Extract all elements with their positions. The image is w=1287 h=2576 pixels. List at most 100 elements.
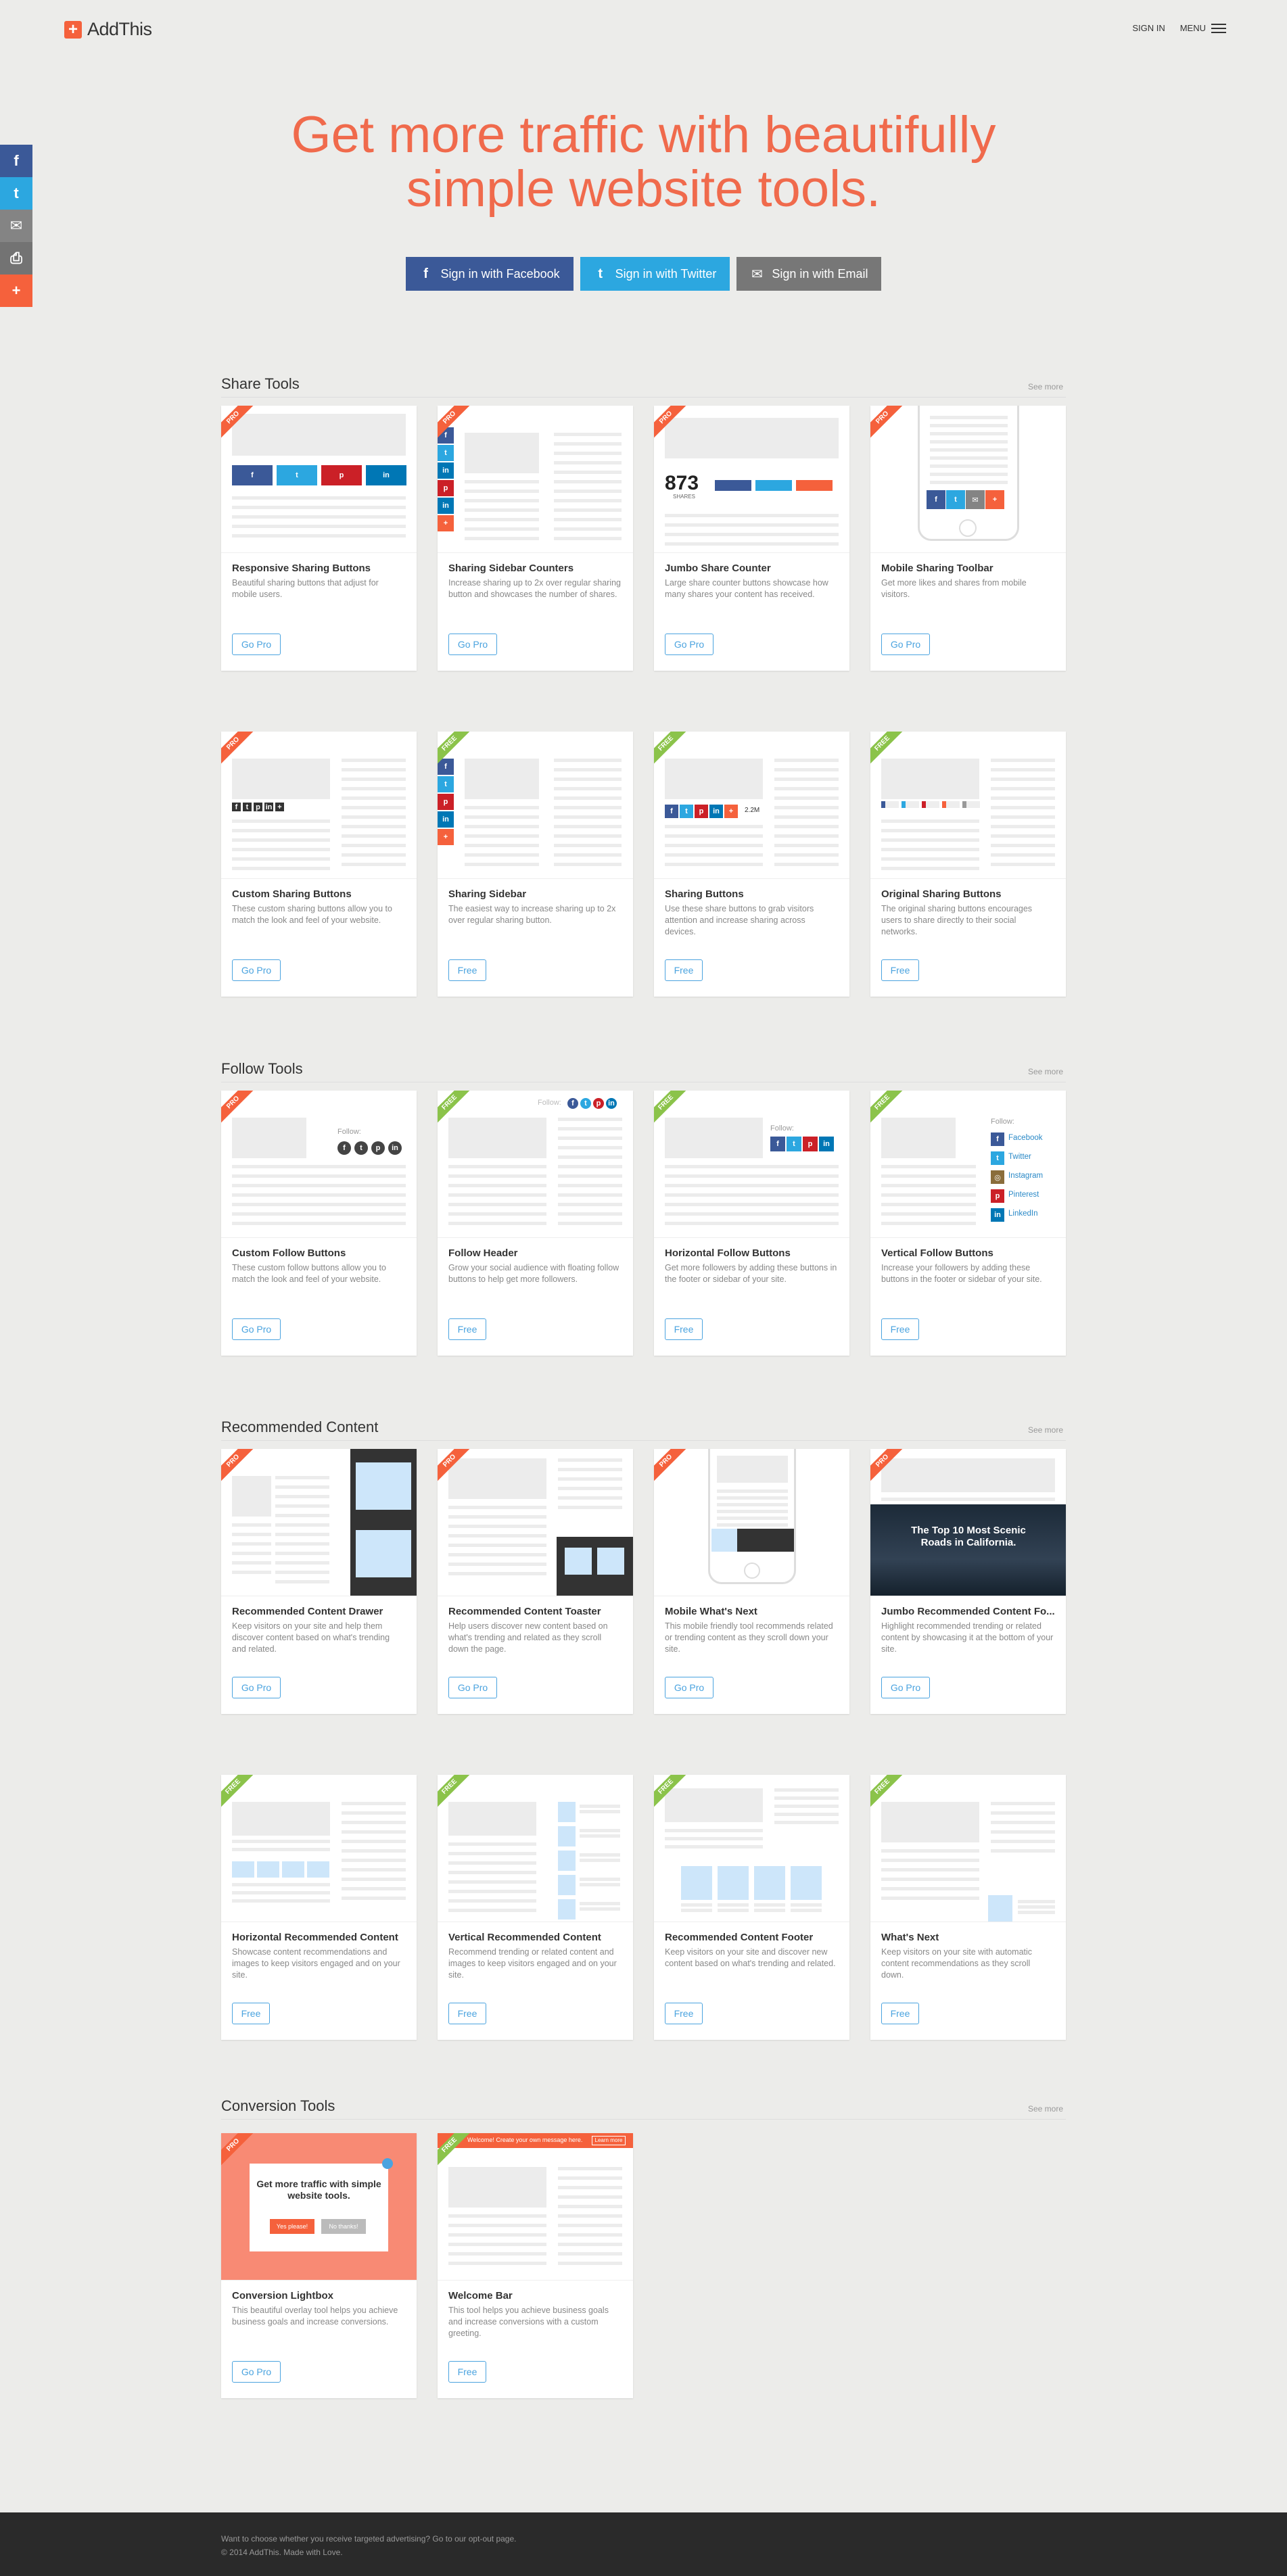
free-button[interactable]: Free: [232, 2003, 270, 2024]
placeholder-line: [232, 829, 330, 832]
tool-card[interactable]: FREE What's Next Keep visitors on your sit…: [870, 1775, 1066, 2040]
follow-link-instagram[interactable]: Instagram: [1008, 1172, 1043, 1180]
opt-out-text[interactable]: Want to choose whether you receive targe…: [221, 2534, 516, 2544]
recommended-item: [232, 1861, 254, 1878]
signin-button[interactable]: f Sign in with Facebook: [405, 257, 574, 291]
go-pro-button[interactable]: Go Pro: [881, 1677, 930, 1698]
placeholder-line: [881, 1203, 976, 1206]
tool-preview: Get more traffic with simple website too…: [221, 2133, 417, 2281]
tool-card[interactable]: Follow: f t p in FREE Follow Header Grow your s…: [438, 1091, 633, 1356]
tool-title: Responsive Sharing Buttons: [232, 563, 371, 574]
tool-card[interactable]: PRO Recommended Content Toaster Help users…: [438, 1449, 633, 1714]
tool-card[interactable]: f t ✉ + PRO Mobile Sharing Toolbar Get more li…: [870, 406, 1066, 671]
lightbox-yes-button: Yes please!: [270, 2219, 314, 2234]
tool-card[interactable]: Follow: f Facebook t Twitter ◎ Instagram p Pinte…: [870, 1091, 1066, 1356]
pinterest-icon: p: [803, 1137, 818, 1151]
go-pro-button[interactable]: Go Pro: [665, 634, 713, 655]
go-pro-button[interactable]: Go Pro: [881, 634, 930, 655]
placeholder-line: [558, 1193, 622, 1197]
follow-link-linkedin[interactable]: LinkedIn: [1008, 1210, 1037, 1218]
free-button[interactable]: Free: [881, 959, 919, 981]
phone-home-button: [744, 1563, 760, 1579]
tool-card[interactable]: FREE Vertical Recommended Content Recommen…: [438, 1775, 633, 2040]
free-button[interactable]: Free: [881, 2003, 919, 2024]
signin-button[interactable]: t Sign in with Twitter: [580, 257, 730, 291]
tool-card[interactable]: FREE Horizontal Recommended Content Showca…: [221, 1775, 417, 2040]
tool-description: This tool helps you achieve business goa…: [448, 2306, 609, 2338]
placeholder-line: [558, 1118, 622, 1121]
free-button[interactable]: Free: [448, 2361, 486, 2383]
placeholder-line: [448, 1909, 536, 1912]
menu-button[interactable]: MENU: [1180, 23, 1226, 33]
tool-card[interactable]: 873 SHARES PRO Jumbo Share Counter Large sha…: [654, 406, 849, 671]
twitter-icon: t: [243, 803, 252, 811]
email-icon: ✉: [966, 490, 985, 509]
follow-label: Follow:: [337, 1128, 361, 1136]
go-pro-button[interactable]: Go Pro: [232, 634, 281, 655]
free-button[interactable]: Free: [665, 1318, 703, 1340]
see-more-link[interactable]: See more: [1028, 1067, 1063, 1076]
tool-description: Grow your social audience with floating …: [448, 1263, 619, 1284]
see-more-link[interactable]: See more: [1028, 2104, 1063, 2114]
go-pro-button[interactable]: Go Pro: [232, 1677, 281, 1698]
tool-card[interactable]: PRO Recommended Content Drawer Keep visito…: [221, 1449, 417, 1714]
tool-card[interactable]: PRO Mobile What's Next This mobile friendl…: [654, 1449, 849, 1714]
placeholder-line: [558, 1174, 622, 1178]
tool-card[interactable]: f t p in PRO Responsive Sharing Buttons Beauti…: [221, 406, 417, 671]
follow-link-facebook[interactable]: Facebook: [1008, 1134, 1043, 1142]
see-more-link[interactable]: See more: [1028, 382, 1063, 391]
placeholder-line: [774, 1821, 839, 1824]
free-button[interactable]: Free: [665, 2003, 703, 2024]
go-pro-button[interactable]: Go Pro: [448, 1677, 497, 1698]
free-button[interactable]: Free: [448, 1318, 486, 1340]
tool-card[interactable]: Follow: f t p in FREE Horizontal Follow Button…: [654, 1091, 849, 1356]
twitter-icon: t: [438, 445, 454, 461]
drawer-panel: [350, 1449, 417, 1596]
placeholder-line: [718, 1903, 749, 1907]
go-pro-button[interactable]: Go Pro: [448, 634, 497, 655]
tool-card[interactable]: f t p in + FREE Sharing Sidebar The easiest way…: [438, 732, 633, 997]
facebook-icon: f: [232, 465, 273, 485]
placeholder-line: [665, 1837, 763, 1840]
facebook-icon: f: [991, 1132, 1004, 1146]
linkedin-icon: in: [366, 465, 406, 485]
go-pro-button[interactable]: Go Pro: [232, 1318, 281, 1340]
go-pro-button[interactable]: Go Pro: [232, 959, 281, 981]
tool-card[interactable]: Follow: f t p in PRO Custom Follow Buttons Thes…: [221, 1091, 417, 1356]
tool-card[interactable]: Welcome! Create your own message here. Le…: [438, 2133, 633, 2398]
placeholder-block: [448, 2167, 546, 2208]
tool-card[interactable]: f t p in + PRO Custom Sharing Buttons These cus…: [221, 732, 417, 997]
placeholder-line: [448, 1842, 536, 1846]
go-pro-button[interactable]: Go Pro: [665, 1677, 713, 1698]
placeholder-line: [991, 1802, 1055, 1805]
signin-button-label: Sign in with Facebook: [440, 266, 560, 281]
tool-card[interactable]: f t p in +2.2M FREE Sharing Buttons Use these s…: [654, 732, 849, 997]
go-pro-button[interactable]: Go Pro: [232, 2361, 281, 2383]
tool-card[interactable]: Get more traffic with simple website too…: [221, 2133, 417, 2398]
placeholder-line: [1018, 1905, 1055, 1909]
tool-card[interactable]: FREE Original Sharing Buttons The original…: [870, 732, 1066, 997]
tool-card[interactable]: f t in p in + PRO Sharing Sidebar Counters Incre…: [438, 406, 633, 671]
placeholder-line: [774, 834, 839, 838]
placeholder-line: [558, 1212, 622, 1216]
sign-in-link[interactable]: SIGN IN: [1132, 23, 1165, 33]
placeholder-line: [448, 1525, 546, 1528]
free-button[interactable]: Free: [448, 2003, 486, 2024]
placeholder-line: [558, 1506, 622, 1509]
free-button[interactable]: Free: [881, 1318, 919, 1340]
placeholder-block: [881, 1118, 956, 1158]
free-button[interactable]: Free: [665, 959, 703, 981]
placeholder-line: [558, 1146, 622, 1149]
free-button[interactable]: Free: [448, 959, 486, 981]
pinterest-icon: p: [371, 1141, 385, 1155]
tool-card[interactable]: FREE Recommended Content Footer Keep visit…: [654, 1775, 849, 2040]
placeholder-line: [465, 825, 539, 828]
tool-card[interactable]: The Top 10 Most Scenic Roads in Californ…: [870, 1449, 1066, 1714]
see-more-link[interactable]: See more: [1028, 1425, 1063, 1435]
placeholder-line: [558, 2262, 622, 2265]
follow-link-twitter[interactable]: Twitter: [1008, 1153, 1031, 1161]
tool-title: Mobile Sharing Toolbar: [881, 563, 993, 574]
logo[interactable]: + AddThis: [64, 19, 152, 40]
follow-link-pinterest[interactable]: Pinterest: [1008, 1191, 1039, 1199]
signin-button[interactable]: ✉ Sign in with Email: [736, 257, 882, 291]
